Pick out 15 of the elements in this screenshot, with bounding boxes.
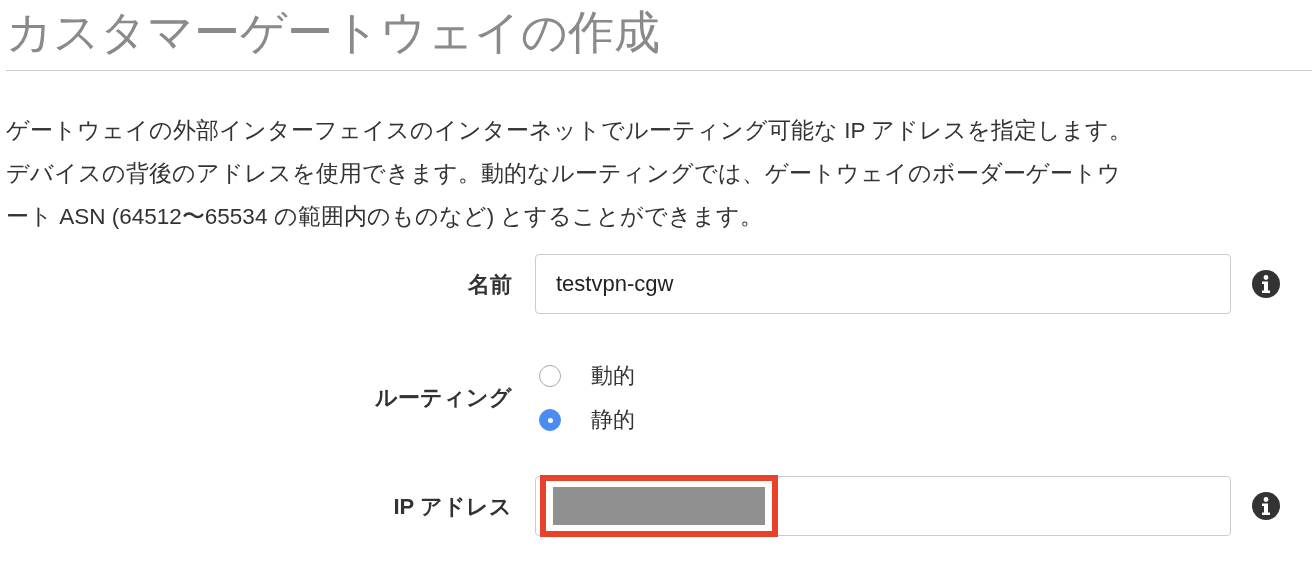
input-field[interactable] [535, 476, 1231, 536]
info-icon[interactable] [1251, 491, 1281, 521]
radio-button[interactable] [539, 365, 561, 387]
info-icon[interactable] [1251, 269, 1281, 299]
field-label: IP アドレス [392, 493, 512, 521]
input-field[interactable]: testvpn-cgw [535, 254, 1231, 314]
radio-label[interactable]: 静的 [591, 405, 635, 435]
radio-label[interactable]: 動的 [591, 361, 635, 391]
description-text: ゲートウェイの外部インターフェイスのインターネットでルーティング可能な IP アドレスを指定します。 [6, 117, 1133, 145]
radio-button[interactable] [539, 409, 561, 431]
field-label: 名前 [467, 271, 512, 299]
description-text: ート ASN (64512〜65534 の範囲内のものなど) とすることができます。 [6, 203, 764, 231]
description-text: デバイスの背後のアドレスを使用できます。動的なルーティングでは、ゲートウェイのボーダーゲートウ [6, 160, 1121, 188]
field-label: ルーティング [374, 384, 512, 412]
page-title: カスタマーゲートウェイの作成 [6, 5, 660, 60]
